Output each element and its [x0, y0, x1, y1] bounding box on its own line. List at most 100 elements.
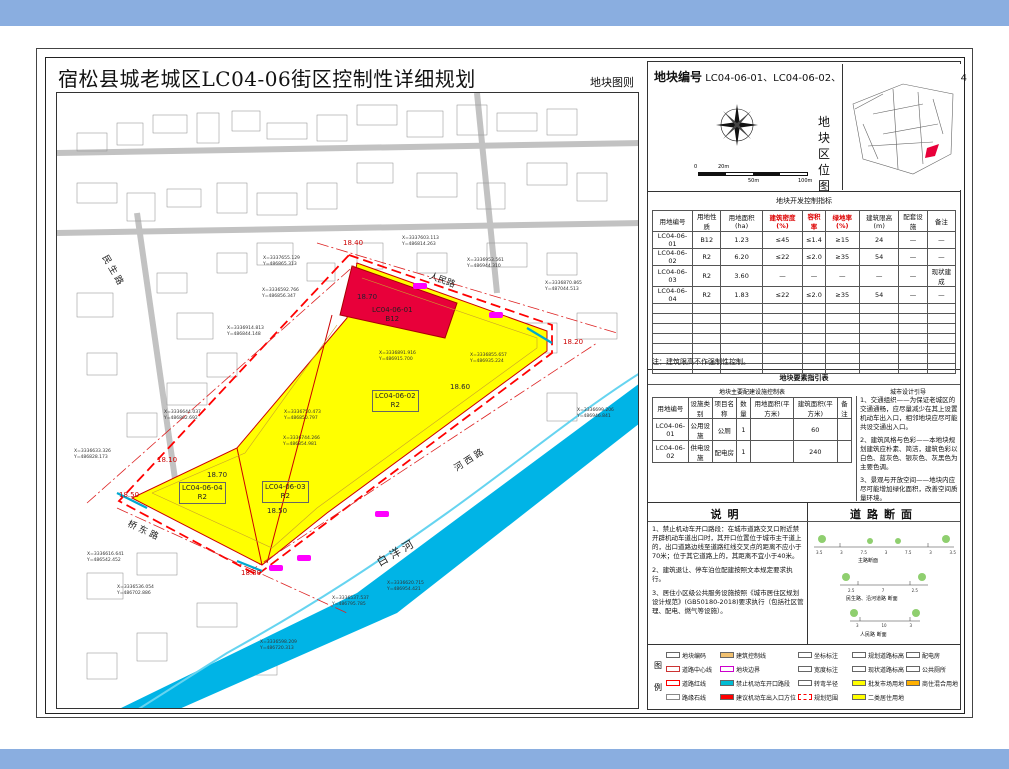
legend-item: 配电房	[905, 648, 958, 662]
cell: 公厕	[711, 418, 737, 441]
cell: 供电设施	[687, 440, 713, 463]
cell: —	[898, 286, 928, 304]
legend-item: 地块边界	[719, 662, 796, 676]
legend-item: 转弯半径	[797, 676, 850, 690]
road-dims-3: 3 10 3	[856, 623, 912, 628]
elevation-label: 18.70	[207, 471, 228, 479]
legend-item: 批发市场用地	[851, 676, 904, 690]
cell: ≥15	[824, 231, 860, 249]
legend-swatch	[905, 666, 920, 672]
cell: 240	[792, 440, 838, 463]
legend-item: 路缘石线	[666, 690, 718, 704]
location-map[interactable]	[842, 64, 961, 190]
scale-label: 20m	[718, 164, 730, 170]
coord-label: X=3336870.865 Y=487044.513	[545, 281, 582, 292]
note-item: 1、禁止机动车开口路段：在城市道路交叉口附近禁开辟机动车道出口时，其开口位置位于…	[652, 525, 802, 560]
parcel-id-label: 地块编号	[654, 70, 703, 84]
parcel-label-01[interactable]: LC04-06-01 B12	[372, 306, 413, 324]
coord-label: X=3336616.641 Y=486542.452	[87, 552, 124, 563]
legend-swatch	[719, 680, 734, 686]
col-header: 备注	[836, 397, 853, 419]
compass-icon	[716, 104, 758, 146]
legend-swatch	[797, 694, 812, 700]
control-table-title: 地块开发控制指标	[776, 197, 832, 205]
road-section-label: 人民路 断面	[860, 632, 887, 638]
legend-swatch	[666, 666, 680, 672]
cell: R2	[691, 265, 722, 287]
cell: 3.60	[720, 265, 763, 287]
col-header: 用地编号	[652, 210, 693, 232]
elevation-label: 18.70	[357, 293, 378, 301]
header-section: 地块编号 LC04-06-01、LC04-06-02、LC04-06-03、LC…	[648, 62, 967, 193]
note-item: 2、建筑退让、停车泊位配建按照文本规定要求执行。	[652, 566, 793, 583]
cell: 配电房	[711, 440, 737, 463]
coord-label: X=3337655.129 Y=486865.313	[263, 256, 300, 267]
coord-label: X=3336914.813 Y=486844.148	[227, 326, 264, 337]
note-item: 3、居住小区级公共服务设施按照《城市居住区规划设计规范》(GB50180-201…	[652, 589, 804, 615]
parcel-label-02[interactable]: LC04-06-02 R2	[372, 390, 419, 412]
legend-swatch	[797, 666, 812, 672]
map-svg	[57, 93, 638, 708]
cell	[750, 440, 794, 463]
coord-label: X=3336744.266 Y=486854.981	[283, 436, 320, 447]
legend-item: 现状道路标高	[851, 662, 904, 676]
legend-item: 宽度标注	[797, 662, 850, 676]
coord-label: X=3336537.537 Y=486795.785	[332, 596, 369, 607]
parcel-map[interactable]: LC04-06-01 B12 LC04-06-02 R2 LC04-06-03 R2 …	[56, 92, 639, 709]
coord-label: X=3336592.766 Y=486856.347	[262, 288, 299, 299]
legend-swatch	[905, 652, 920, 658]
design-guide-title: 城市设计引导	[889, 389, 926, 396]
col-header: 建筑面积(平方米)	[792, 397, 838, 419]
legend-item: 禁止机动车开口路段	[719, 676, 796, 690]
coord-label: X=3336620.715 Y=486954.421	[387, 581, 424, 592]
elevation-label: 18.60	[450, 383, 471, 391]
coord-label: X=3336699.206 Y=486946.841	[577, 408, 614, 419]
cell: ≤22	[761, 286, 804, 304]
col-header: 数量	[735, 397, 752, 419]
col-header: 项目名称	[711, 397, 737, 419]
cell: —	[802, 265, 826, 287]
coord-label: X=3336536.054 Y=486702.886	[117, 585, 154, 596]
cell: 54	[858, 248, 900, 266]
facility-table-title: 地块主要配建设施控制表	[718, 389, 785, 396]
col-header: 容积率	[802, 210, 826, 232]
col-header: 用地编号	[652, 397, 689, 419]
cell: —	[926, 231, 957, 249]
guidance-item: 3、景观与开放空间——地块内应尽可能增加绿化面积，改善空间质量环境。	[860, 476, 958, 502]
col-header: 建筑密度(%)	[761, 210, 804, 232]
legend-item: 地块编码	[666, 648, 718, 662]
legend-label: 图例	[654, 661, 662, 692]
coord-label: X=3336953.561 Y=486944.310	[467, 258, 504, 269]
scale-label: 100m	[798, 178, 813, 184]
coord-label: X=3336644.037 Y=486862.692	[164, 410, 201, 421]
cell: —	[761, 265, 804, 287]
coord-label: X=3336855.657 Y=486935.224	[470, 353, 507, 364]
legend: 图例 地块编码 建筑控制线 坐标标注 规划道路标高 配电房 道路中心线 地块边界…	[648, 645, 960, 709]
legend-swatch	[666, 652, 680, 658]
table-row: LC04-06-04 R2 1.83 ≤22 ≤2.0 ≥35 54— —	[652, 286, 957, 304]
cell: ≥35	[824, 286, 860, 304]
control-section: 地块开发控制指标 用地编号 用地性质 用地面积(ha) 建筑密度(%) 容积率 …	[648, 192, 960, 374]
parcel-label-03[interactable]: LC04-06-03 R2	[262, 481, 309, 503]
cell: —	[858, 265, 900, 287]
coord-label: X=3336598.209 Y=486720.313	[260, 640, 297, 651]
legend-swatch	[851, 652, 866, 658]
col-header: 用地面积(ha)	[720, 210, 763, 232]
bottom-band	[0, 749, 1009, 769]
cell: ≤2.0	[802, 248, 826, 266]
plan-title: 宿松县城老城区LC04-06街区控制性详细规划	[58, 67, 476, 91]
legend-swatch	[851, 666, 866, 672]
parcel-label-04[interactable]: LC04-06-04 R2	[179, 482, 226, 504]
legend-item: 公共厕所	[905, 662, 958, 676]
elevation-label: 18.50	[119, 491, 140, 499]
elevation-label: 18.80	[241, 569, 262, 577]
cell: —	[898, 231, 928, 249]
legend-swatch	[797, 680, 812, 686]
legend-swatch	[666, 680, 680, 686]
cell: 公用设施	[687, 418, 713, 441]
table-row: LC04-06-02 供电设施 配电房 1 240	[652, 440, 853, 463]
cell	[836, 440, 853, 463]
col-header: 用地性质	[691, 210, 722, 232]
cell: LC04-06-04	[652, 286, 693, 304]
cell: 54	[858, 286, 900, 304]
